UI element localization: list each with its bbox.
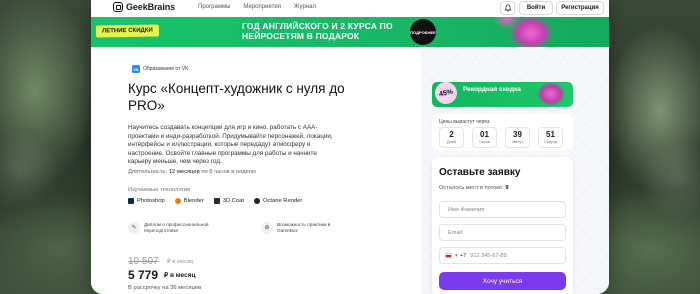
vk-education-badge: VK Образование от VK (132, 65, 188, 73)
course-description: Научитесь создавать концепции для игр и … (128, 124, 333, 165)
phone-placeholder: 912 345-67-89 (470, 252, 507, 259)
tech-name: Blender (183, 198, 204, 204)
course-title: Курс «Концепт-художник с нуля до PRO» (128, 81, 345, 113)
form-title: Оставьте заявку (439, 167, 521, 178)
countdown-timer: Цены вырастут через: 2 Дней 01 Часов 39 … (432, 114, 573, 151)
timer-hours: 01 Часов (472, 127, 497, 148)
timer-value: 01 (480, 130, 489, 139)
discount-promo-card[interactable]: 45% Рекордная скидка (432, 82, 573, 107)
duration-rest: по 8 часов в неделю (201, 169, 257, 175)
feature-gamebox: ⊕ Возможность практики в GameBox (261, 222, 341, 234)
name-field[interactable]: Имя Фамилия (439, 201, 566, 218)
tech-list: Photoshop Blender 3D Coat Octane Render (128, 198, 302, 204)
russia-flag-icon (445, 253, 452, 258)
course-duration: Длительность: 12 месяцев по 8 часов в не… (128, 169, 256, 175)
orchid-illustration (491, 17, 561, 47)
discount-promo-text: Рекордная скидка (463, 86, 521, 93)
timer-value: 2 (449, 130, 454, 139)
notifications-button[interactable] (500, 1, 515, 15)
photoshop-icon (128, 198, 134, 204)
tech-3dcoat: 3D Coat (213, 198, 244, 204)
site-header: GeekBrains Программы Мероприятия Журнал … (91, 0, 609, 17)
diploma-icon: ✎ (128, 222, 140, 234)
nav-programs[interactable]: Программы (198, 4, 230, 10)
name-placeholder: Имя Фамилия (448, 206, 485, 213)
timer-seconds: 51 Секунд (538, 127, 563, 148)
orchid-illustration (527, 82, 573, 107)
old-price-unit: ₽ в месяц (167, 259, 194, 265)
timer-unit: Часов (479, 140, 490, 144)
discount-percent-badge: 45% (432, 82, 460, 107)
promo-banner[interactable]: ЛЕТНИЕ СКИДКИ ГОД АНГЛИЙСКОГО И 2 КУРСА … (91, 17, 609, 47)
installment-note: В рассрочку на 36 месяцев (128, 285, 202, 291)
tech-octane: Octane Render (254, 198, 302, 204)
email-field[interactable]: Email (439, 224, 566, 241)
old-price: 10 507 (128, 256, 159, 267)
duration-label: Длительность: (128, 169, 168, 175)
octane-icon (254, 198, 260, 204)
timer-minutes: 39 Минут (505, 127, 530, 148)
summer-sale-chip: ЛЕТНИЕ СКИДКИ (95, 24, 159, 38)
logo-icon (113, 2, 123, 12)
tech-label: Изучаемые технологии (128, 187, 191, 193)
current-price: 5 779 (128, 268, 159, 282)
login-button[interactable]: Войти (519, 1, 553, 15)
brand-name: GeekBrains (126, 2, 176, 12)
application-form: Оставьте заявку Осталось мест в потоке: … (432, 157, 573, 294)
register-button[interactable]: Регистрация (556, 1, 604, 15)
3dcoat-icon (213, 198, 220, 204)
nav-journal[interactable]: Журнал (294, 4, 316, 10)
seats-label: Осталось мест в потоке: (439, 185, 504, 191)
seats-value: 9 (505, 185, 509, 191)
timer-unit: Дней (447, 140, 456, 144)
banner-details-disc[interactable]: ПОДРОБНЕЕ (410, 19, 436, 45)
email-placeholder: Email (448, 229, 462, 236)
phone-code: +7 (459, 252, 467, 259)
phone-field[interactable]: ▾ +7 912 345-67-89 (439, 247, 566, 264)
bell-icon (503, 4, 512, 12)
blender-icon (174, 198, 181, 204)
main-nav: Программы Мероприятия Журнал (198, 4, 316, 10)
tech-name: Photoshop (137, 198, 165, 204)
duration-value: 12 месяцев (168, 169, 200, 175)
course-hero: VK Образование от VK Курс «Концепт-худож… (91, 47, 609, 294)
feature-text: Возможность практики в GameBox (277, 222, 331, 233)
timer-days: 2 Дней (439, 127, 464, 148)
timer-value: 39 (513, 130, 522, 139)
timer-label: Цены вырастут через: (439, 119, 491, 125)
course-info-panel: VK Образование от VK Курс «Концепт-худож… (91, 47, 421, 294)
timer-value: 51 (546, 130, 555, 139)
timer-unit: Минут (511, 140, 524, 144)
banner-headline: ГОД АНГЛИЙСКОГО И 2 КУРСА ПО НЕЙРОСЕТЯМ … (242, 21, 393, 41)
vk-logo-icon: VK (132, 65, 140, 73)
feature-diploma: ✎ Диплом о профессиональной переподготов… (128, 222, 223, 234)
browser-page: GeekBrains Программы Мероприятия Журнал … (91, 0, 609, 294)
chevron-down-icon: ▾ (455, 252, 458, 259)
vk-badge-label: Образование от VK (143, 66, 189, 72)
timer-unit: Секунд (544, 140, 557, 144)
submit-button[interactable]: Хочу учиться (439, 272, 566, 290)
feature-text: Диплом о профессиональной переподготовке (144, 222, 209, 233)
tech-name: Octane Render (263, 198, 303, 204)
seats-left: Осталось мест в потоке: 9 (439, 185, 509, 191)
tech-photoshop: Photoshop (128, 198, 165, 204)
tech-blender: Blender (174, 198, 204, 204)
current-price-unit: ₽ в месяц (164, 272, 196, 279)
tech-name: 3D Coat (222, 198, 244, 204)
nav-events[interactable]: Мероприятия (243, 4, 281, 10)
gamepad-icon: ⊕ (261, 222, 273, 234)
logo[interactable]: GeekBrains (113, 2, 175, 12)
